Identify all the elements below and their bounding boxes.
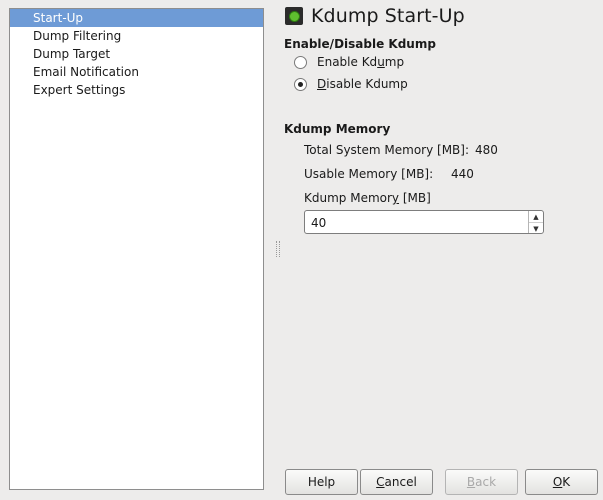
kdump-memory-spinbox[interactable]: ▲ ▼ — [304, 210, 544, 234]
back-button-label: Back — [466, 475, 497, 489]
nav-item-dump-filtering[interactable]: Dump Filtering — [10, 27, 263, 45]
total-memory-value: 480 — [475, 143, 498, 157]
total-memory-label: Total System Memory [MB]: — [304, 143, 470, 157]
cancel-button-label: Cancel — [376, 475, 417, 489]
enable-disable-heading: Enable/Disable Kdump — [284, 37, 436, 51]
kdump-memory-label: Kdump Memory [MB] — [304, 191, 431, 205]
radio-circle-disable[interactable] — [294, 77, 307, 91]
kdump-memory-input[interactable] — [309, 213, 523, 233]
pane-splitter-handle[interactable] — [276, 241, 280, 257]
radio-circle-enable[interactable] — [294, 55, 307, 69]
spin-buttons: ▲ ▼ — [528, 211, 543, 233]
kdump-memory-heading: Kdump Memory — [284, 122, 391, 136]
nav-item-email-notification[interactable]: Email Notification — [10, 63, 263, 81]
usable-memory-label: Usable Memory [MB]: — [304, 167, 434, 181]
page-header: Kdump Start-Up — [285, 3, 465, 29]
back-button[interactable]: Back — [445, 469, 518, 495]
help-button-label: Help — [307, 475, 336, 489]
enable-kdump-label: Enable Kdump — [317, 55, 405, 69]
nav-item-start-up[interactable]: Start-Up — [10, 9, 263, 27]
spin-up-icon[interactable]: ▲ — [529, 211, 543, 223]
page-title: Kdump Start-Up — [311, 5, 465, 27]
nav-item-expert-settings[interactable]: Expert Settings — [10, 81, 263, 99]
navigation-tree: Start-Up Dump Filtering Dump Target Emai… — [9, 8, 264, 490]
disable-kdump-radio[interactable]: Disable Kdump — [294, 77, 408, 91]
kdump-app-icon — [285, 7, 303, 25]
spin-down-icon[interactable]: ▼ — [529, 223, 543, 234]
help-button[interactable]: Help — [285, 469, 358, 495]
usable-memory-value: 440 — [451, 167, 474, 181]
enable-kdump-radio[interactable]: Enable Kdump — [294, 55, 404, 69]
nav-item-dump-target[interactable]: Dump Target — [10, 45, 263, 63]
ok-button[interactable]: OK — [525, 469, 598, 495]
cancel-button[interactable]: Cancel — [360, 469, 433, 495]
disable-kdump-label: Disable Kdump — [317, 77, 408, 91]
ok-button-label: OK — [552, 475, 571, 489]
